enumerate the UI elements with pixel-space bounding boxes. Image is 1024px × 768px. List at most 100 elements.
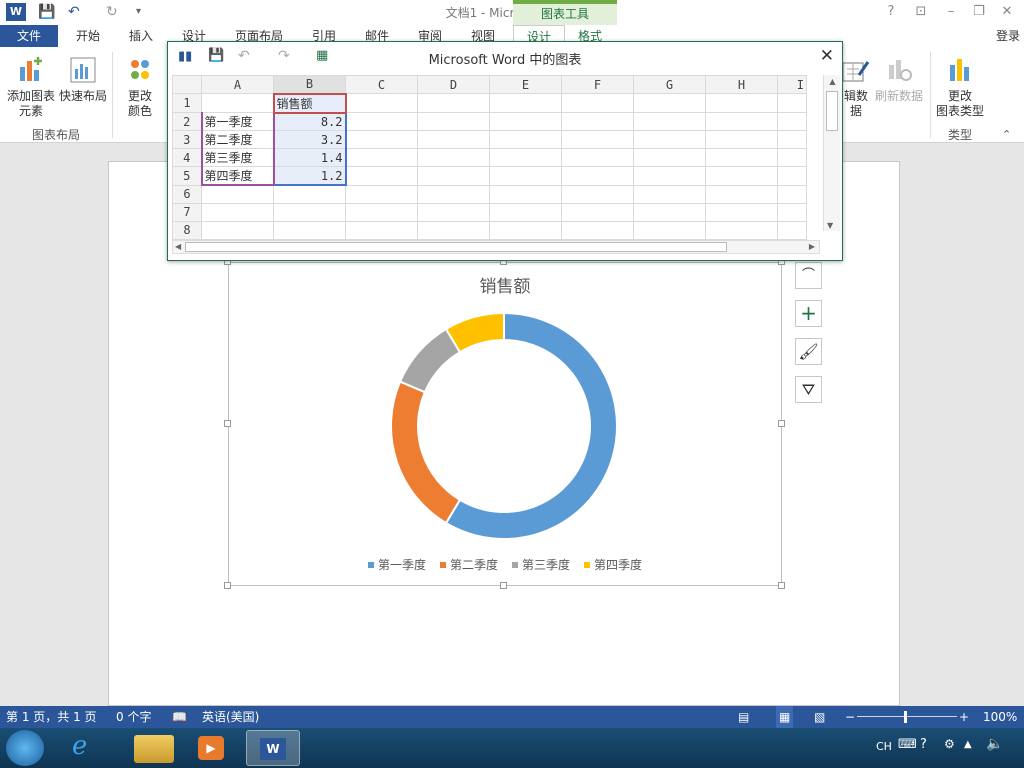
- add-chart-element-button[interactable]: 添加图表 元素: [4, 55, 58, 119]
- cell[interactable]: [705, 93, 778, 113]
- column-header[interactable]: F: [561, 75, 634, 94]
- legend-entry[interactable]: 第一季度: [367, 556, 426, 573]
- cell[interactable]: [489, 130, 562, 149]
- cell[interactable]: [777, 130, 807, 149]
- cell[interactable]: [417, 130, 490, 149]
- resize-handle[interactable]: [778, 420, 785, 427]
- cell[interactable]: [561, 166, 634, 186]
- cell[interactable]: [705, 148, 778, 167]
- cell-a[interactable]: [201, 184, 274, 204]
- proofing-icon[interactable]: 📖: [172, 706, 187, 728]
- cell[interactable]: [489, 112, 562, 131]
- minimize-button[interactable]: –: [940, 2, 962, 22]
- cell[interactable]: [633, 93, 706, 113]
- cell[interactable]: [417, 184, 490, 204]
- cell[interactable]: [777, 220, 807, 240]
- column-header[interactable]: D: [417, 75, 490, 94]
- cell[interactable]: [705, 202, 778, 222]
- internet-explorer-icon[interactable]: ℯ: [72, 731, 87, 761]
- change-colors-button[interactable]: 更改 颜色: [118, 55, 162, 119]
- column-header[interactable]: G: [633, 75, 706, 94]
- cell-a[interactable]: 第三季度: [200, 148, 275, 167]
- select-all-corner[interactable]: [172, 75, 202, 94]
- column-header[interactable]: I: [777, 75, 807, 94]
- read-mode-icon[interactable]: ▤: [738, 706, 749, 728]
- resize-handle[interactable]: [500, 582, 507, 589]
- cell[interactable]: [777, 166, 807, 186]
- spreadsheet-grid[interactable]: A B C D E F G H I 1 销售额 2 第一季度 8.2 3 第二季度 3.2 4 第…: [172, 75, 807, 240]
- cell-a[interactable]: 第二季度: [200, 130, 275, 149]
- row-header[interactable]: 1: [172, 93, 202, 113]
- chart-title[interactable]: 销售额: [228, 272, 782, 297]
- cell-b[interactable]: 3.2: [272, 130, 347, 149]
- change-chart-type-button[interactable]: 更改 图表类型: [934, 55, 986, 119]
- cell[interactable]: [417, 220, 490, 240]
- close-icon[interactable]: ✕: [820, 46, 834, 66]
- ribbon-display-icon[interactable]: ⊡: [910, 2, 932, 22]
- cell[interactable]: [489, 184, 562, 204]
- cell[interactable]: [345, 184, 418, 204]
- chart-elements-plus-icon[interactable]: +: [795, 300, 822, 327]
- page-count[interactable]: 第 1 页，共 1 页: [6, 706, 97, 728]
- cell[interactable]: [489, 148, 562, 167]
- help-icon[interactable]: ?: [920, 737, 927, 752]
- cell[interactable]: [705, 112, 778, 131]
- cell-a[interactable]: 第一季度: [200, 112, 275, 131]
- cell[interactable]: [633, 166, 706, 186]
- language[interactable]: 英语(美国): [202, 706, 259, 728]
- row-header[interactable]: 7: [172, 202, 202, 222]
- show-hidden-icons[interactable]: ▲: [964, 739, 972, 750]
- scroll-thumb[interactable]: [185, 242, 727, 252]
- cell-a[interactable]: [201, 93, 274, 113]
- legend-entry[interactable]: 第三季度: [512, 556, 570, 573]
- cell-b[interactable]: [273, 220, 346, 240]
- cell[interactable]: [489, 220, 562, 240]
- restore-button[interactable]: ❐: [968, 2, 990, 22]
- input-language[interactable]: CH: [876, 740, 892, 753]
- chart-filter-icon[interactable]: ⛛: [795, 376, 822, 403]
- volume-icon[interactable]: 🔈: [986, 736, 1003, 752]
- cell[interactable]: [345, 220, 418, 240]
- cell[interactable]: [633, 220, 706, 240]
- keyboard-icon[interactable]: ⌨: [898, 737, 917, 752]
- cell[interactable]: [561, 148, 634, 167]
- column-header[interactable]: H: [705, 75, 778, 94]
- zoom-slider[interactable]: [857, 716, 957, 717]
- edit-data-button[interactable]: 辑数 据: [840, 55, 872, 119]
- scroll-thumb[interactable]: [826, 91, 838, 131]
- cell-a[interactable]: [201, 220, 274, 240]
- column-header[interactable]: C: [345, 75, 418, 94]
- cell[interactable]: [561, 130, 634, 149]
- cell[interactable]: [489, 93, 562, 113]
- cell[interactable]: [705, 220, 778, 240]
- cell-b[interactable]: 8.2: [272, 112, 347, 131]
- horizontal-scrollbar[interactable]: ◀ ▶: [172, 240, 820, 254]
- row-header[interactable]: 4: [172, 148, 202, 167]
- resize-handle[interactable]: [778, 582, 785, 589]
- column-header[interactable]: A: [201, 75, 274, 94]
- resize-handle[interactable]: [224, 582, 231, 589]
- column-header[interactable]: E: [489, 75, 562, 94]
- tab-insert[interactable]: 插入: [121, 25, 161, 47]
- cell-a[interactable]: 第四季度: [200, 166, 275, 186]
- cell[interactable]: [345, 130, 418, 149]
- cell-b[interactable]: 销售额: [272, 92, 347, 114]
- zoom-level[interactable]: 100%: [983, 706, 1017, 728]
- column-header[interactable]: B: [273, 75, 346, 94]
- cell[interactable]: [345, 202, 418, 222]
- cell[interactable]: [705, 130, 778, 149]
- chart-styles-brush-icon[interactable]: 🖌: [795, 338, 822, 365]
- layout-options-icon[interactable]: ⌒: [795, 262, 822, 289]
- cell[interactable]: [345, 112, 418, 131]
- cell[interactable]: [633, 148, 706, 167]
- scroll-up-icon[interactable]: ▲: [827, 77, 838, 89]
- legend-entry[interactable]: 第四季度: [584, 556, 642, 573]
- cell[interactable]: [561, 112, 634, 131]
- legend-entry[interactable]: 第二季度: [439, 556, 498, 573]
- cell[interactable]: [777, 93, 807, 113]
- media-player-icon[interactable]: ▶: [198, 736, 224, 760]
- cell[interactable]: [633, 130, 706, 149]
- cell[interactable]: [705, 184, 778, 204]
- cell[interactable]: [345, 166, 418, 186]
- cell-b[interactable]: [273, 184, 346, 204]
